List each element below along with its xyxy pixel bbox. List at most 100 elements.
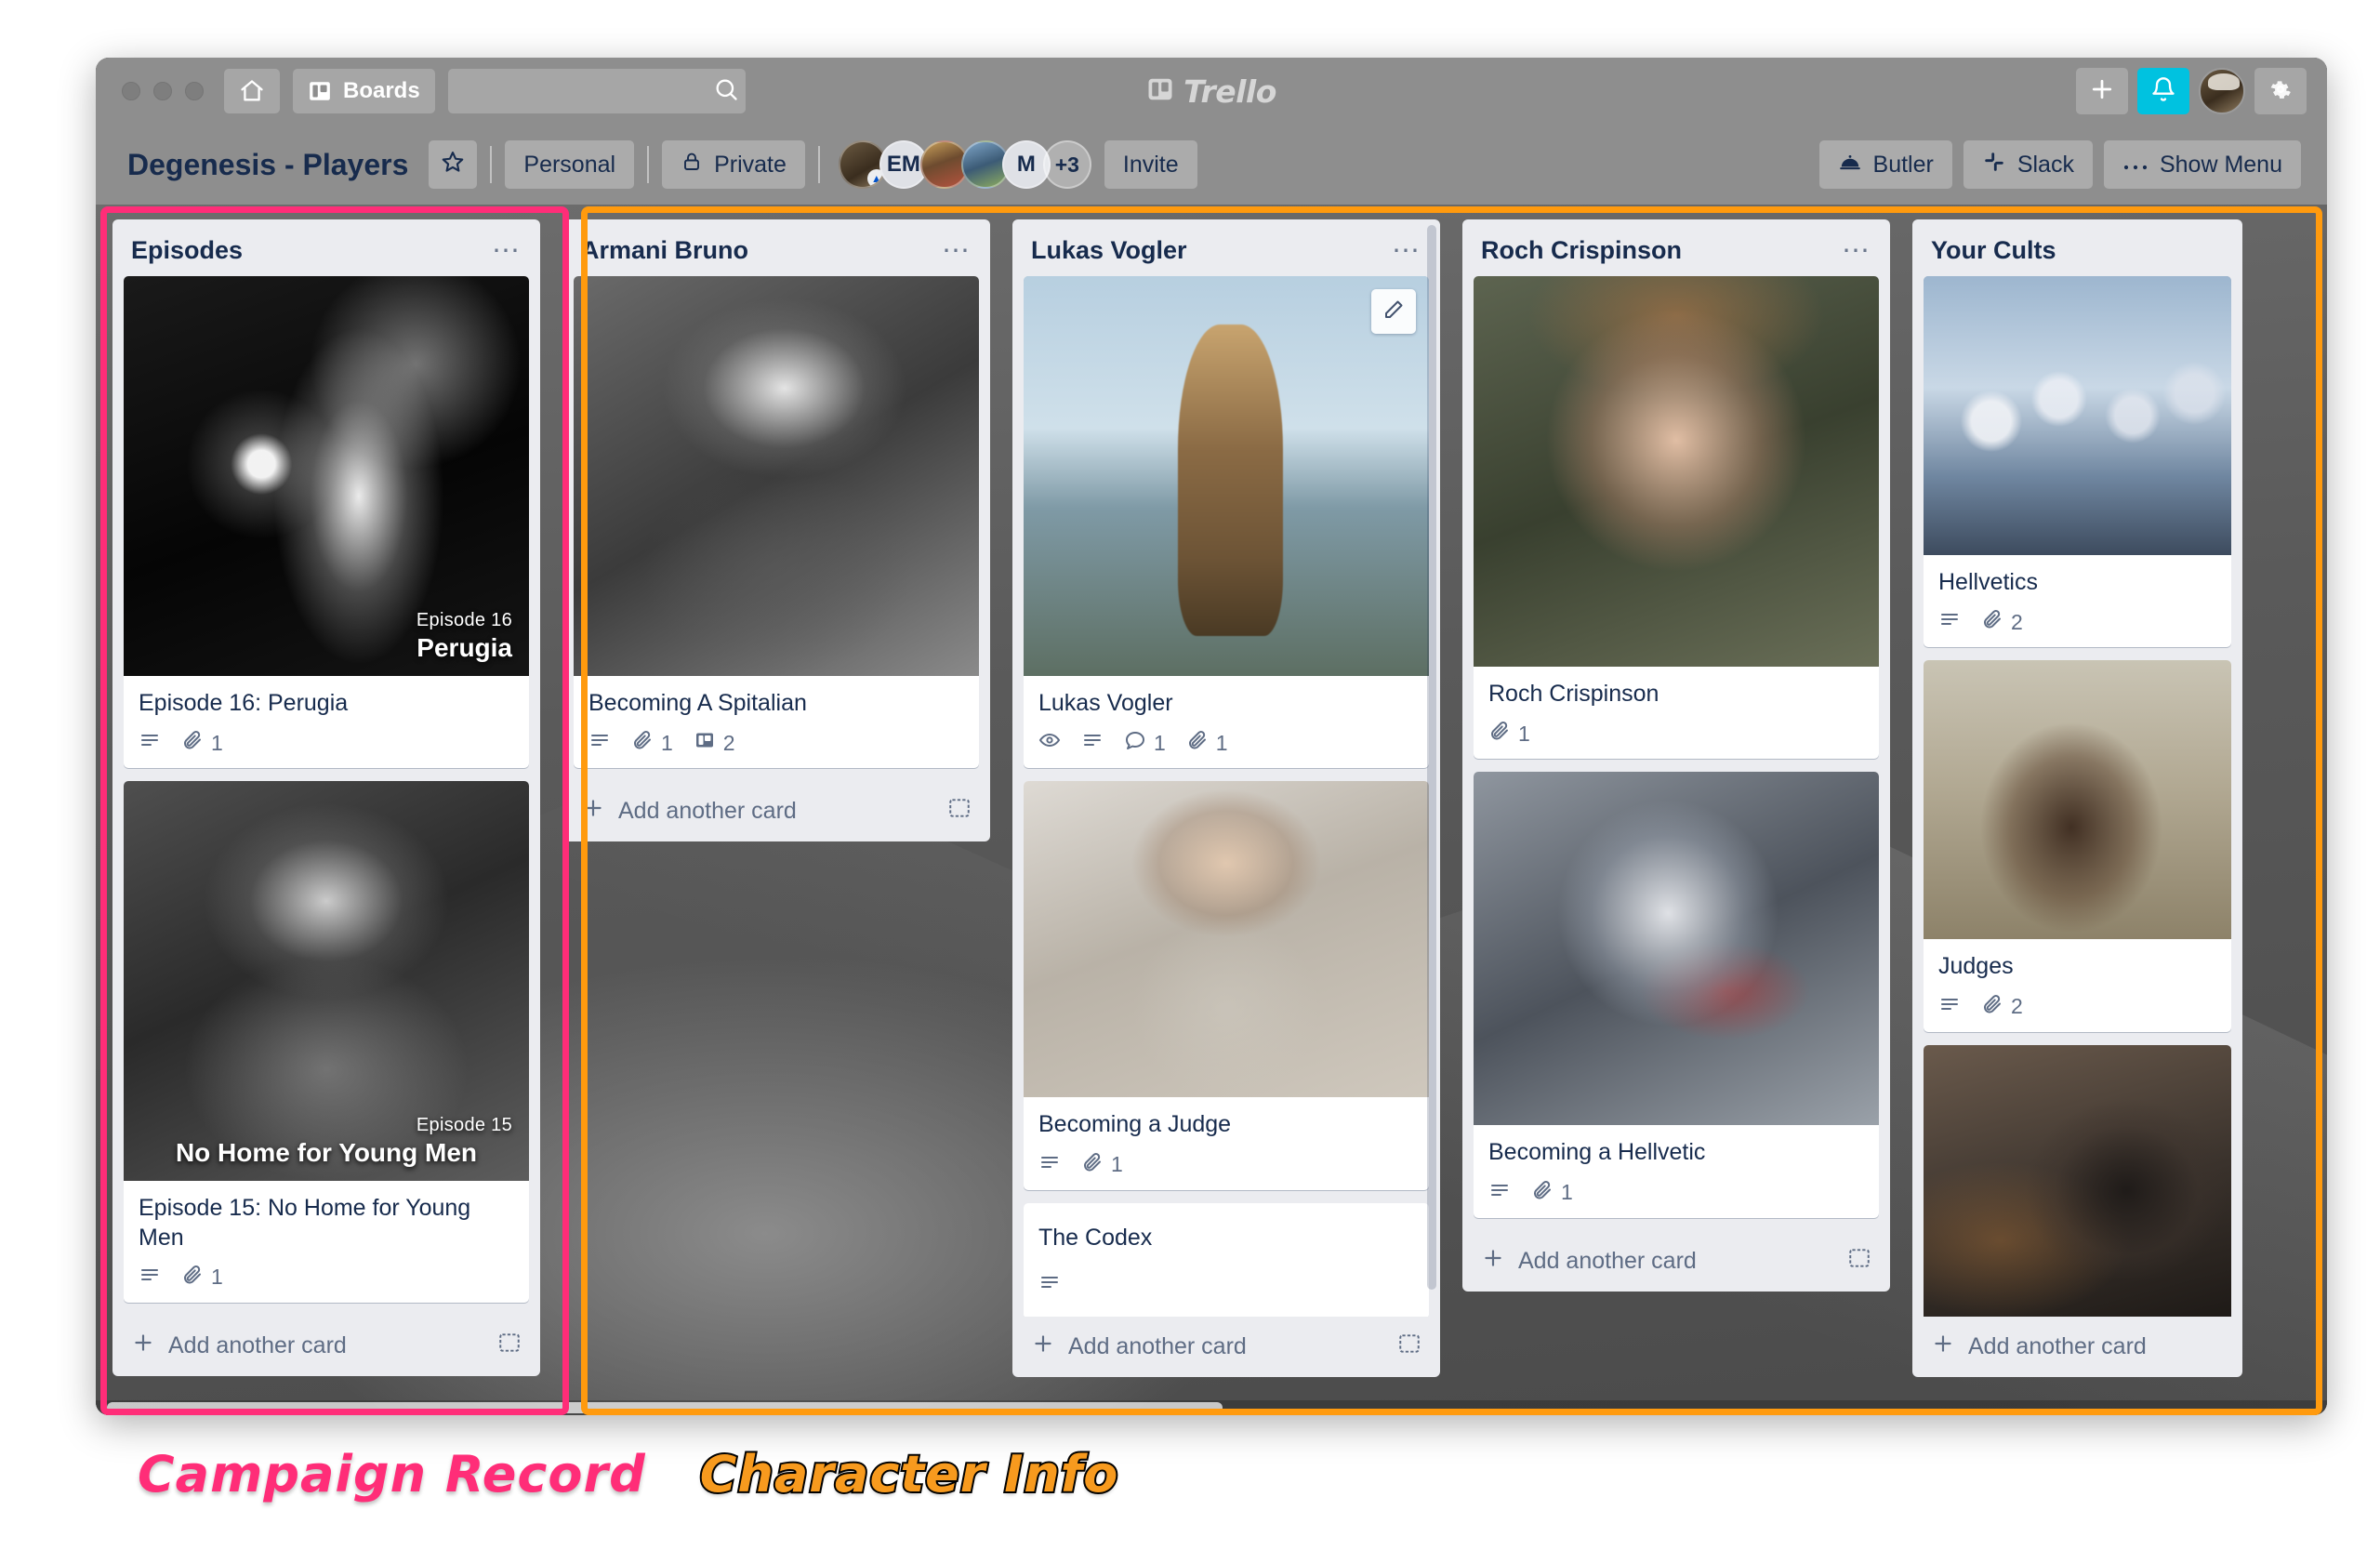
card[interactable]: Becoming a Judge 1 (1024, 781, 1429, 1190)
card[interactable]: Becoming A Spitalian 1 2 (574, 276, 979, 769)
butler-button[interactable]: Butler (1818, 140, 1952, 189)
card-title: Roch Crispinson (1488, 681, 1659, 707)
home-button[interactable] (224, 69, 280, 113)
workspace-button[interactable]: Personal (505, 140, 635, 189)
board-header: Degenesis - Players Personal Private ▲ E… (96, 125, 2327, 205)
card[interactable]: Judges 2 (1924, 660, 2231, 1032)
card[interactable]: Becoming a Hellvetic 1 (1474, 772, 1879, 1218)
description-icon (1938, 608, 1961, 636)
add-button[interactable] (2076, 68, 2128, 114)
list-lukas-vogler: Lukas Vogler ⋯ Lukas Vogler 1 1 Becoming… (1012, 219, 1440, 1377)
card-cover-image (574, 276, 979, 676)
settings-button[interactable] (2254, 68, 2307, 114)
list-menu-button[interactable]: ⋯ (1842, 236, 1871, 264)
attachment-badge: 1 (1488, 720, 1530, 748)
description-badge (1038, 1271, 1061, 1299)
edit-card-button[interactable] (1371, 289, 1416, 334)
attachment-count: 2 (2011, 609, 2023, 634)
card[interactable] (1924, 1044, 2231, 1317)
cover-caption: Episode 15 No Home for Young Men (124, 1115, 529, 1168)
card[interactable]: The Codex (1024, 1202, 1429, 1317)
attachment-badge: 2 (1981, 608, 2023, 636)
card-template-icon[interactable] (1397, 1331, 1421, 1362)
invite-button[interactable]: Invite (1104, 140, 1197, 189)
add-card-label: Add another card (1518, 1247, 1697, 1274)
description-badge (1488, 1179, 1511, 1207)
list-header: Armani Bruno ⋯ (562, 219, 990, 276)
close-window-button[interactable] (122, 82, 140, 100)
divider (817, 146, 820, 183)
visibility-button[interactable]: Private (662, 140, 805, 189)
card-cover-image (1924, 276, 2231, 555)
member-overflow-count[interactable]: +3 (1042, 140, 1091, 189)
card-template-icon[interactable] (1847, 1246, 1871, 1277)
list-menu-button[interactable]: ⋯ (492, 236, 522, 264)
list-menu-button[interactable]: ⋯ (942, 236, 972, 264)
card-title: Episode 16: Perugia (139, 690, 349, 716)
add-another-card-button[interactable]: Add another card (112, 1316, 540, 1371)
search-icon[interactable] (713, 76, 739, 107)
add-another-card-button[interactable]: Add another card (1012, 1317, 1440, 1371)
search-input[interactable] (460, 80, 713, 102)
minimize-window-button[interactable] (153, 82, 172, 100)
attachment-count: 2 (2011, 994, 2023, 1018)
cover-episode-name: Perugia (416, 633, 512, 662)
card-template-icon[interactable] (497, 1331, 522, 1361)
description-icon (588, 729, 611, 757)
list-wrapper: Armani Bruno ⋯ Becoming A Spitalian 1 2 … (562, 219, 990, 842)
invite-label: Invite (1122, 151, 1179, 178)
card-cover-image (1024, 781, 1429, 1098)
card-badges: 1 (139, 1264, 514, 1292)
card-body: Becoming a Judge 1 (1024, 1097, 1429, 1189)
notifications-button[interactable] (2137, 68, 2189, 114)
lock-icon (681, 151, 703, 179)
attachment-badge: 1 (181, 1264, 223, 1292)
card[interactable]: Lukas Vogler 1 1 (1024, 276, 1429, 769)
slack-button[interactable]: Slack (1963, 140, 2093, 189)
card[interactable]: Hellvetics 2 (1924, 276, 2231, 648)
description-badge (139, 1264, 161, 1292)
description-badge (1081, 729, 1104, 757)
list-armani-bruno: Armani Bruno ⋯ Becoming A Spitalian 1 2 … (562, 219, 990, 842)
attachment-icon (1488, 720, 1511, 748)
boards-button[interactable]: Boards (293, 69, 435, 113)
card[interactable]: Roch Crispinson 1 (1474, 276, 1879, 760)
attachment-icon (181, 729, 204, 757)
add-another-card-button[interactable]: Add another card (1462, 1231, 1890, 1286)
star-board-button[interactable] (429, 140, 478, 189)
cover-caption: Episode 16 Perugia (416, 610, 512, 663)
maximize-window-button[interactable] (185, 82, 204, 100)
list-header: Episodes ⋯ (112, 219, 540, 276)
scrollbar-thumb[interactable] (107, 1402, 1223, 1413)
plus-icon (131, 1331, 155, 1361)
card-badges (1038, 1271, 1414, 1299)
card-body: Episode 16: Perugia 1 (124, 676, 529, 768)
list-scrollbar[interactable] (1427, 225, 1436, 1291)
annotation-campaign-record: Campaign Record (136, 1443, 647, 1505)
attachment-count: 1 (1561, 1180, 1573, 1204)
list-title: Armani Bruno (581, 236, 749, 264)
card-cover-icon (694, 729, 716, 757)
list-menu-button[interactable]: ⋯ (1392, 236, 1421, 264)
add-another-card-button[interactable]: Add another card (562, 781, 990, 836)
show-menu-button[interactable]: Show Menu (2103, 140, 2301, 189)
search-box[interactable] (447, 69, 746, 113)
list-title: Roch Crispinson (1481, 236, 1683, 264)
card[interactable]: Episode 15 No Home for Young Men Episode… (124, 781, 529, 1303)
board-horizontal-scrollbar[interactable] (96, 1400, 2327, 1415)
card-badges: 2 (1938, 993, 2216, 1021)
card-badges: 1 (1488, 720, 1864, 748)
user-avatar[interactable] (2199, 68, 2245, 114)
card[interactable]: Episode 16 Perugia Episode 16: Perugia 1 (124, 276, 529, 769)
add-another-card-button[interactable]: Add another card (1912, 1317, 2242, 1371)
card-cover-image (1474, 276, 1879, 667)
comment-badge: 1 (1124, 729, 1166, 757)
card-title: Episode 15: No Home for Young Men (139, 1195, 471, 1251)
card-badges: 2 (1938, 608, 2216, 636)
slack-label: Slack (2016, 151, 2074, 178)
comment-icon (1124, 729, 1146, 757)
card-template-icon[interactable] (947, 796, 972, 827)
pencil-icon (1382, 298, 1405, 325)
browser-window: Boards Trello Degenesis - Players Person… (96, 58, 2327, 1415)
card-body: Episode 15: No Home for Young Men 1 (124, 1181, 529, 1303)
